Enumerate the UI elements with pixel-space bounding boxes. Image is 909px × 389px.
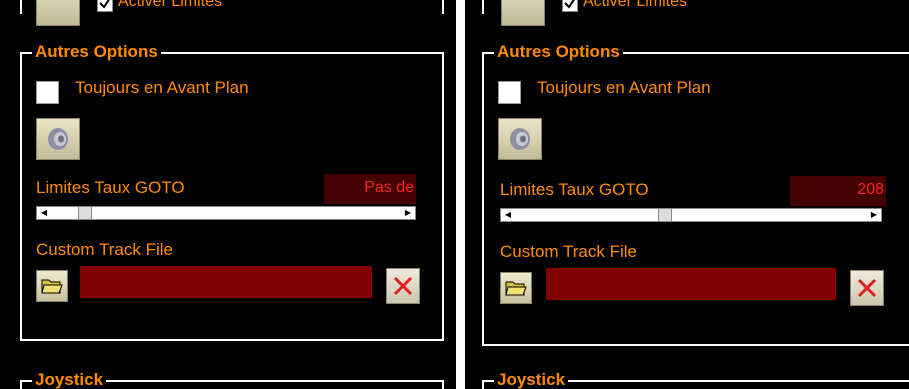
goto-limit-value: 208 (790, 176, 886, 206)
frame-line (442, 0, 444, 14)
top-tool-button[interactable] (501, 0, 545, 26)
slider-thumb[interactable] (657, 209, 672, 221)
goto-limit-slider[interactable]: ◀ ▶ (500, 208, 882, 222)
top-tool-button[interactable] (36, 0, 80, 26)
activer-limites-label: Activer Limites (118, 0, 223, 10)
custom-track-file-field[interactable] (80, 266, 372, 298)
always-on-top-row: Toujours en Avant Plan (498, 78, 711, 104)
speaker-icon (48, 128, 68, 150)
joystick-group: Joystick (482, 370, 909, 389)
speaker-icon (510, 128, 530, 150)
activer-limites-checkbox[interactable] (562, 0, 578, 12)
custom-track-file-field[interactable] (546, 268, 836, 300)
folder-open-icon (41, 279, 63, 294)
autres-options-group: Autres Options Toujours en Avant Plan Li… (20, 42, 444, 341)
joystick-title: Joystick (494, 370, 569, 389)
slider-right-arrow[interactable]: ▶ (401, 207, 415, 219)
check-icon (564, 0, 575, 9)
sound-button[interactable] (498, 118, 542, 160)
group-title: Autres Options (32, 42, 161, 62)
always-on-top-checkbox[interactable] (36, 81, 59, 104)
red-x-icon (857, 278, 877, 298)
slider-thumb[interactable] (78, 207, 93, 219)
browse-track-file-button[interactable] (500, 272, 532, 304)
always-on-top-checkbox[interactable] (498, 81, 521, 104)
slider-left-arrow[interactable]: ◀ (37, 207, 51, 219)
activer-limites-label: Activer Limites (583, 0, 688, 10)
slider-left-arrow[interactable]: ◀ (501, 209, 515, 221)
autres-options-group: Autres Options Toujours en Avant Plan Li… (482, 42, 909, 346)
clear-track-file-button[interactable] (386, 268, 420, 304)
frame-line (20, 0, 22, 14)
red-x-icon (393, 276, 413, 296)
top-row: Activer Limites (465, 0, 909, 26)
goto-limit-label: Limites Taux GOTO (500, 180, 649, 199)
top-row: Activer Limites (0, 0, 456, 26)
goto-limit-value: Pas de (324, 174, 416, 204)
always-on-top-label: Toujours en Avant Plan (537, 78, 711, 97)
sound-button[interactable] (36, 118, 80, 160)
always-on-top-row: Toujours en Avant Plan (36, 78, 249, 104)
joystick-group: Joystick (20, 370, 444, 389)
slider-right-arrow[interactable]: ▶ (867, 209, 881, 221)
goto-limit-slider[interactable]: ◀ ▶ (36, 206, 416, 220)
always-on-top-label: Toujours en Avant Plan (75, 78, 249, 97)
custom-track-label: Custom Track File (36, 240, 173, 259)
activer-limites-checkbox[interactable] (97, 0, 113, 12)
folder-open-icon (505, 281, 527, 296)
custom-track-label: Custom Track File (500, 242, 637, 261)
clear-track-file-button[interactable] (850, 270, 884, 306)
frame-line (482, 0, 484, 14)
check-icon (99, 0, 110, 9)
settings-panel-left: Activer Limites Autres Options Toujours … (0, 0, 456, 389)
goto-limit-label: Limites Taux GOTO (36, 178, 185, 197)
group-title: Autres Options (494, 42, 623, 62)
joystick-title: Joystick (32, 370, 107, 389)
settings-panel-right: Activer Limites Autres Options Toujours … (465, 0, 909, 389)
browse-track-file-button[interactable] (36, 270, 68, 302)
